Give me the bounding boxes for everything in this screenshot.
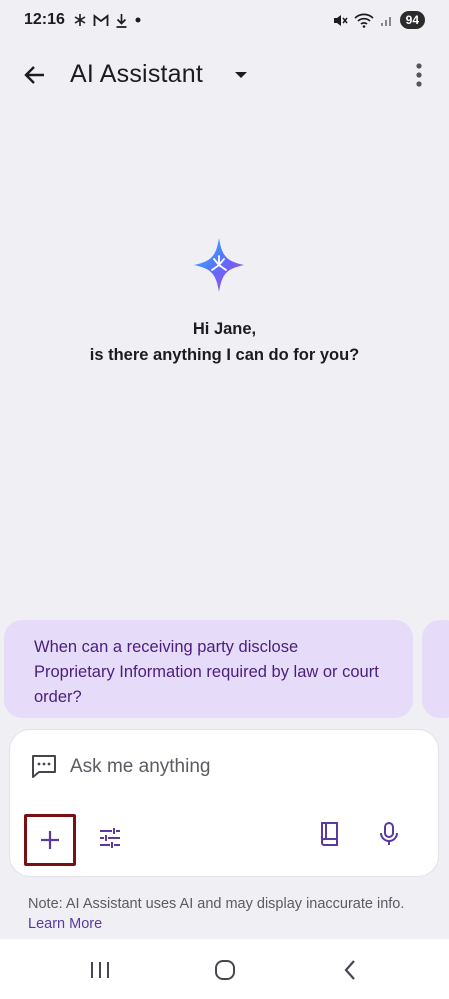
learn-more-link[interactable]: Learn More: [28, 916, 102, 932]
settings-sliders-button[interactable]: [86, 814, 134, 862]
disclaimer-text: Note: AI Assistant uses AI and may displ…: [28, 896, 405, 912]
add-attachment-button[interactable]: [24, 814, 76, 866]
notification-icons: [73, 13, 142, 28]
book-icon: [321, 822, 338, 846]
suggestion-text: When can a receiving party disclose Prop…: [34, 638, 379, 706]
home-button[interactable]: [205, 953, 245, 987]
mute-icon: [333, 14, 348, 26]
back-button[interactable]: [18, 58, 52, 92]
asterisk-icon: [74, 14, 86, 26]
nav-back-button[interactable]: [330, 953, 370, 987]
sparkle-star-icon: [192, 236, 246, 294]
chat-input[interactable]: Ask me anything: [70, 756, 210, 778]
download-icon: [116, 13, 127, 28]
greeting-line-1: Hi Jane,: [192, 320, 257, 338]
library-button[interactable]: [305, 810, 353, 858]
suggestion-chip-next[interactable]: [422, 620, 449, 718]
voice-input-button[interactable]: [365, 810, 413, 858]
app-bar: AI Assistant: [0, 48, 449, 100]
page-title[interactable]: AI Assistant: [70, 60, 203, 89]
gmail-icon: [93, 13, 109, 26]
wifi-icon: [354, 13, 374, 28]
disclaimer-note: Note: AI Assistant uses AI and may displ…: [28, 894, 428, 934]
chat-input-card: Ask me anything: [10, 730, 438, 876]
dot-icon: [135, 17, 141, 23]
arrow-left-icon: [24, 66, 44, 84]
title-dropdown-button[interactable]: [232, 66, 250, 84]
plus-icon: [41, 831, 59, 849]
greeting-text: Hi Jane, is there anything I can do for …: [0, 316, 449, 368]
status-left: 12:16: [24, 11, 142, 29]
suggestion-chip[interactable]: When can a receiving party disclose Prop…: [4, 620, 413, 718]
input-row: [30, 752, 58, 780]
recent-apps-icon: [91, 962, 109, 978]
greeting-line-2: is there anything I can do for you?: [89, 346, 360, 364]
battery-indicator: 94: [399, 11, 425, 29]
more-options-button[interactable]: [406, 60, 432, 90]
status-bar: 12:16 94: [0, 0, 449, 40]
more-vertical-icon: [416, 63, 422, 87]
status-right: 94: [332, 11, 425, 29]
chevron-left-icon: [344, 960, 355, 980]
recent-apps-button[interactable]: [80, 953, 120, 987]
system-nav-bar: [0, 939, 449, 999]
caret-down-icon: [235, 72, 247, 78]
sliders-icon: [100, 828, 120, 848]
chat-bubble-icon: [32, 755, 56, 778]
microphone-icon: [380, 822, 398, 845]
status-time: 12:16: [24, 11, 65, 28]
home-icon: [215, 960, 235, 980]
signal-icon: [380, 17, 391, 26]
